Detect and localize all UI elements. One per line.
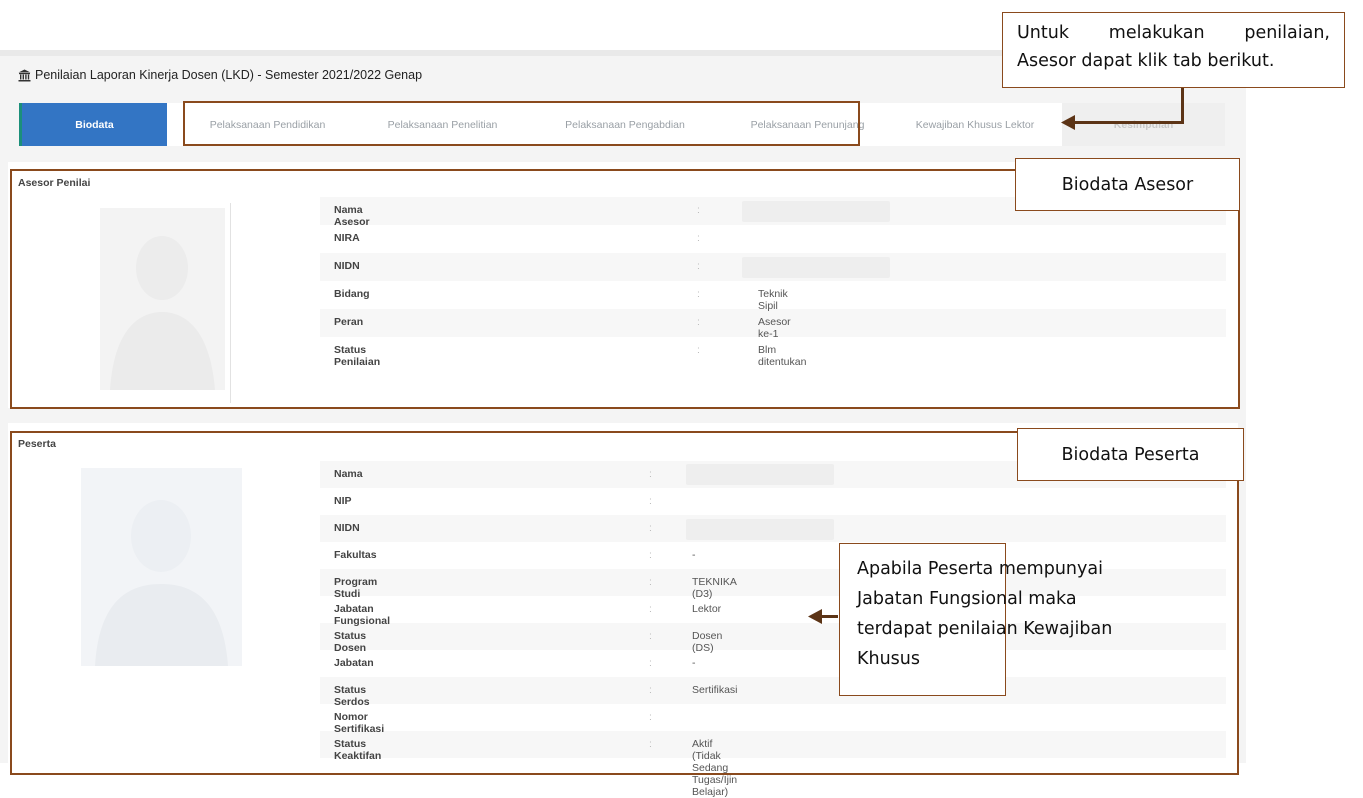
tab-kewajiban-khusus-lektor[interactable]: Kewajiban Khusus Lektor [895, 103, 1055, 146]
khusus-note-line3: terdapat penilaian Kewajiban [857, 619, 1113, 639]
tabs-highlight-box [183, 101, 860, 146]
khusus-note-line2: Jabatan Fungsional maka [857, 589, 1077, 609]
khusus-arrowhead-icon [808, 609, 822, 624]
peserta-note-callout: Biodata Peserta [1017, 428, 1244, 481]
tabs-note-line2: Asesor dapat klik tab berikut. [1017, 51, 1275, 71]
khusus-note-line1: Apabila Peserta mempunyai [857, 559, 1103, 579]
page-title: Penilaian Laporan Kinerja Dosen (LKD) - … [18, 68, 422, 82]
tabs-arrow-horizontal [1072, 121, 1184, 124]
tabs-note-line1: Untuk melakukan penilaian, [1017, 23, 1330, 43]
tabs-arrowhead-icon [1061, 115, 1075, 130]
tabs-note-callout: Untuk melakukan penilaian, Asesor dapat … [1002, 12, 1345, 88]
asesor-note-text: Biodata Asesor [1061, 174, 1194, 195]
asesor-note-callout: Biodata Asesor [1015, 158, 1240, 211]
tab-kesimpulan[interactable]: Kesimpulan [1062, 103, 1225, 146]
institution-icon [18, 69, 31, 82]
tab-biodata[interactable]: Biodata [19, 103, 167, 146]
tabs-arrow-vertical [1181, 88, 1184, 124]
page-title-text: Penilaian Laporan Kinerja Dosen (LKD) - … [35, 68, 423, 82]
peserta-note-text: Biodata Peserta [1061, 444, 1200, 465]
khusus-note-callout: Apabila Peserta mempunyai Jabatan Fungsi… [839, 543, 1113, 696]
khusus-note-line4: Khusus [857, 649, 920, 669]
khusus-arrow-line [822, 615, 838, 618]
